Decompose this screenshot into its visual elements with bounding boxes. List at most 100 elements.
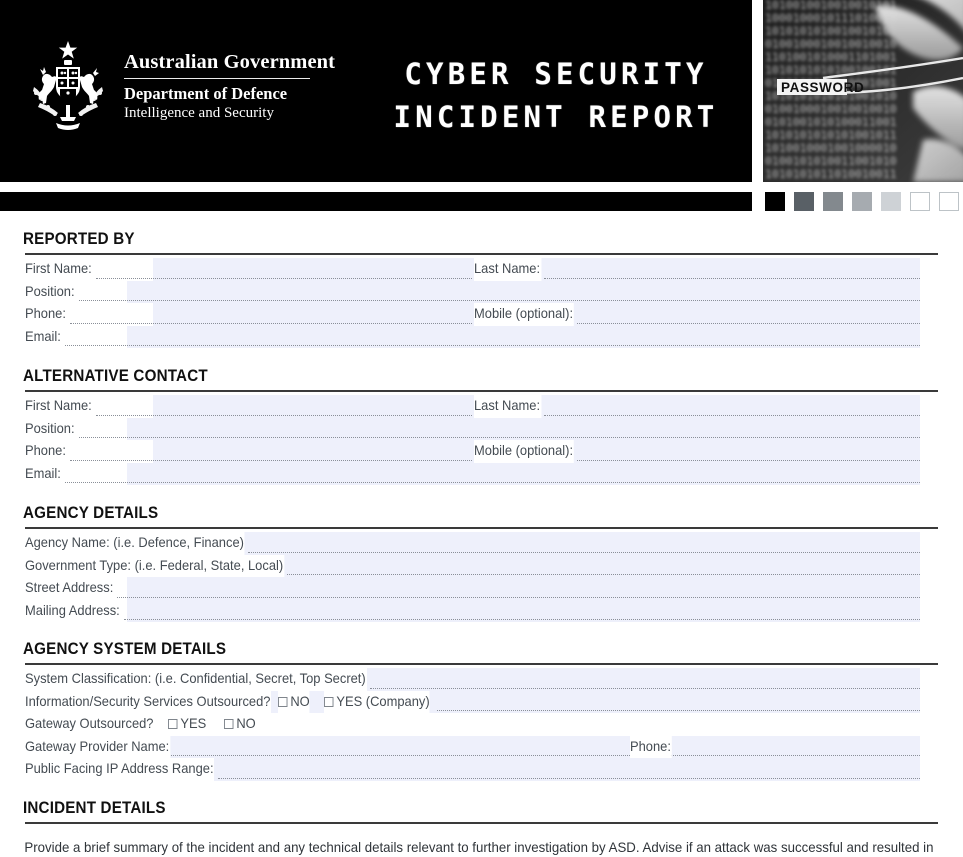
field-label-gateway-phone: Phone: bbox=[630, 735, 672, 759]
field-input-mobile-optional[interactable] bbox=[577, 459, 920, 461]
checkbox-information-security-services-outsourced-no[interactable] bbox=[278, 696, 288, 707]
branding-divider bbox=[124, 77, 310, 79]
page-title-line-2: INCIDENT REPORT bbox=[393, 100, 719, 134]
svg-text:1000100010111010010: 1000100010111010010 bbox=[765, 11, 897, 25]
field-input-email[interactable] bbox=[64, 481, 920, 484]
field-label-information-security-services-outsourced: Information/Security Services Outsourced… bbox=[25, 690, 272, 714]
field-input-email[interactable] bbox=[64, 344, 920, 347]
field-label-last-name: Last Name: bbox=[474, 258, 541, 281]
section-heading-reported-by: REPORTED BY bbox=[23, 230, 135, 248]
field-rows-agency-details: Agency Name: (i.e. Defence, Finance) Gove… bbox=[0, 532, 963, 623]
field-input-last-name[interactable] bbox=[544, 414, 920, 416]
field-input-street-address[interactable] bbox=[117, 596, 920, 598]
svg-text:0100100010010010010: 0100100010010010010 bbox=[765, 37, 897, 51]
checkbox-label: YES bbox=[179, 716, 206, 732]
field-label-government-type-i-e-federal-state-local: Government Type: (i.e. Federal, State, L… bbox=[25, 554, 285, 578]
field-row: Street Address: bbox=[0, 577, 963, 600]
field-label-position: Position: bbox=[25, 417, 76, 441]
header-accent-bar bbox=[0, 192, 752, 211]
swatch-0 bbox=[765, 192, 785, 211]
field-rows-alternative-contact: First Name: Last Name: Position: Phone: Mobi… bbox=[0, 395, 963, 486]
field-rows-agency-system-details: System Classification: (i.e. Confidentia… bbox=[0, 668, 963, 781]
field-label-street-address: Street Address: bbox=[25, 577, 115, 600]
section-alternative-contact: ALTERNATIVE CONTACT First Name: Last Name:… bbox=[0, 367, 963, 486]
field-row: Email: bbox=[0, 462, 963, 486]
field-row: Information/Security Services Outsourced… bbox=[0, 690, 963, 714]
page-title: CYBER SECURITY INCIDENT REPORT bbox=[366, 53, 746, 139]
section-heading-incident-details: INCIDENT DETAILS bbox=[23, 799, 166, 817]
field-label-email: Email: bbox=[25, 325, 62, 349]
department-name: Department of Defence bbox=[124, 83, 288, 103]
section-rule-agency-system-details bbox=[25, 663, 938, 665]
checkbox-gateway-outsourced-no[interactable] bbox=[224, 719, 234, 730]
checkbox-label: NO bbox=[290, 693, 311, 709]
section-rule-incident-details bbox=[25, 822, 938, 824]
government-title: Australian Government bbox=[124, 50, 336, 73]
field-label-mobile-optional: Mobile (optional): bbox=[474, 440, 575, 463]
field-label-agency-name-i-e-defence-finance: Agency Name: (i.e. Defence, Finance) bbox=[25, 532, 245, 555]
swatch-6 bbox=[939, 192, 959, 211]
section-rule-agency-details bbox=[25, 527, 938, 529]
field-label-email: Email: bbox=[25, 462, 62, 486]
field-input-gateway-phone[interactable] bbox=[671, 754, 920, 757]
field-label-phone: Phone: bbox=[25, 303, 67, 326]
field-label-first-name: First Name: bbox=[25, 258, 93, 281]
section-heading-agency-system-details: AGENCY SYSTEM DETAILS bbox=[23, 640, 227, 658]
field-row: Gateway Outsourced? YES NO bbox=[0, 713, 963, 736]
department-subtitle: Intelligence and Security bbox=[124, 104, 274, 121]
field-input-government-type-i-e-federal-state-local[interactable] bbox=[287, 573, 920, 576]
checkbox-information-security-services-outsourced-yes-company[interactable] bbox=[323, 696, 334, 707]
field-input-phone[interactable] bbox=[69, 459, 472, 461]
field-input-phone[interactable] bbox=[69, 322, 472, 324]
checkbox-option[interactable]: YES (Company) bbox=[323, 690, 430, 714]
checkbox-option[interactable]: NO bbox=[278, 690, 311, 714]
section-rule-reported-by bbox=[25, 253, 938, 255]
field-row: Agency Name: (i.e. Defence, Finance) bbox=[0, 532, 963, 555]
header-gap bbox=[0, 182, 963, 192]
field-input-last-name[interactable] bbox=[544, 277, 920, 279]
grayscale-swatch-strip bbox=[765, 192, 963, 211]
checkbox-gateway-outsourced-yes[interactable] bbox=[167, 719, 177, 730]
field-label-phone: Phone: bbox=[25, 440, 67, 463]
field-input-mailing-address[interactable] bbox=[123, 618, 920, 621]
field-input-first-name[interactable] bbox=[95, 414, 472, 416]
field-row: Position: bbox=[0, 417, 963, 441]
field-input-first-name[interactable] bbox=[95, 277, 472, 279]
field-input-mobile-optional[interactable] bbox=[577, 322, 920, 324]
svg-text:1010101010101001011: 1010101010101001011 bbox=[765, 128, 897, 142]
checkbox-label: YES (Company) bbox=[336, 693, 430, 709]
incident-details-instructions: Provide a brief summary of the incident … bbox=[24, 840, 934, 855]
page-title-line-1: CYBER SECURITY bbox=[404, 57, 708, 91]
checkbox-option[interactable]: NO bbox=[224, 713, 257, 736]
field-row: Email: bbox=[0, 325, 963, 349]
checkbox-option[interactable]: YES bbox=[167, 713, 206, 736]
checkbox-label: NO bbox=[236, 716, 257, 732]
field-row: Gateway Provider Name: Phone: bbox=[0, 735, 963, 759]
swatch-1 bbox=[794, 192, 814, 211]
government-branding: Australian Government Department of Defe… bbox=[22, 34, 335, 139]
field-row: System Classification: (i.e. Confidentia… bbox=[0, 668, 963, 691]
report-page: Australian Government Department of Defe… bbox=[0, 0, 963, 857]
field-input-information-security-services-outsourced-company[interactable] bbox=[437, 709, 920, 712]
field-input-position[interactable] bbox=[78, 299, 920, 302]
field-input-agency-name-i-e-defence-finance[interactable] bbox=[247, 551, 920, 553]
field-label-public-facing-ip-address-range: Public Facing IP Address Range: bbox=[25, 758, 215, 781]
field-label-mobile-optional: Mobile (optional): bbox=[474, 303, 575, 326]
field-row: Position: bbox=[0, 280, 963, 304]
field-input-position[interactable] bbox=[78, 436, 920, 439]
field-row: First Name: Last Name: bbox=[0, 395, 963, 418]
svg-text:1010101010010010100: 1010101010010010100 bbox=[765, 24, 897, 38]
section-reported-by: REPORTED BY First Name: Last Name: Position… bbox=[0, 230, 963, 349]
field-input-gateway-provider-name[interactable] bbox=[167, 754, 630, 757]
field-input-system-classification-i-e-confidential-s[interactable] bbox=[369, 687, 920, 689]
section-agency-details: AGENCY DETAILS Agency Name: (i.e. Defence… bbox=[0, 504, 963, 623]
field-label-position: Position: bbox=[25, 280, 76, 304]
field-row: Government Type: (i.e. Federal, State, L… bbox=[0, 554, 963, 578]
svg-text:1101001010001101001: 1101001010001101001 bbox=[765, 50, 897, 64]
field-input-public-facing-ip-address-range[interactable] bbox=[217, 777, 920, 779]
binary-code-password-photo: 1010010010010010101 1000100010111010010 … bbox=[763, 0, 963, 182]
section-incident-details: INCIDENT DETAILS Provide a brief summary … bbox=[0, 799, 963, 857]
field-label-system-classification-i-e-confidential-s: System Classification: (i.e. Confidentia… bbox=[25, 668, 367, 691]
field-label-gateway-outsourced: Gateway Outsourced? bbox=[25, 713, 155, 736]
section-heading-alternative-contact: ALTERNATIVE CONTACT bbox=[23, 367, 208, 385]
